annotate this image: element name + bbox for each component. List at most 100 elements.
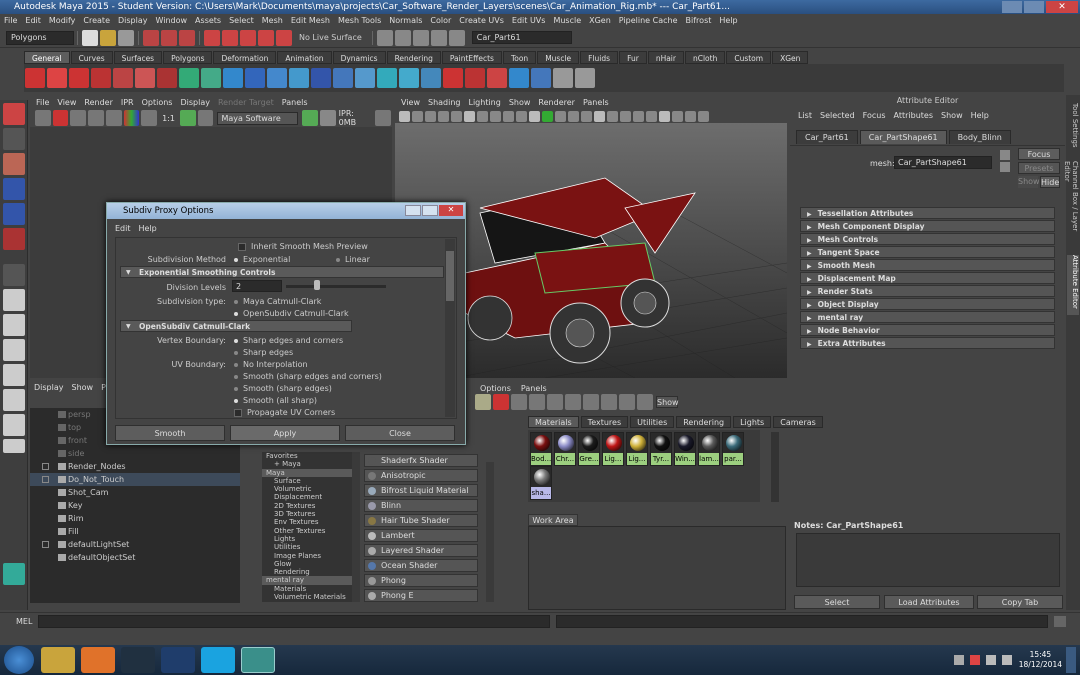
shelf-tool-9-icon[interactable] — [201, 68, 221, 88]
menu-create[interactable]: Create — [83, 14, 110, 28]
viewport-tool-6-icon[interactable] — [464, 110, 475, 122]
hide-button[interactable]: Hide — [1040, 176, 1060, 188]
shader-button-bifrost-liquid-material[interactable]: Bifrost Liquid Material — [364, 484, 478, 497]
select-component-icon[interactable] — [179, 29, 195, 46]
hypershade-layout-icon[interactable] — [601, 394, 617, 410]
dialog-menu-help[interactable]: Help — [139, 224, 157, 233]
object-name-field[interactable]: Car_Part61 — [471, 31, 572, 44]
shelf-tool-16-icon[interactable] — [355, 68, 375, 88]
create-tree-item-other-textures[interactable]: Other Textures — [262, 527, 352, 535]
outliner-item[interactable]: Render_Nodes — [30, 460, 240, 473]
create-tree-item-2d-textures[interactable]: 2D Textures — [262, 502, 352, 510]
viewport-tool-12-icon[interactable] — [542, 110, 553, 122]
outliner-item[interactable]: defaultLightSet — [30, 538, 240, 551]
hypershade-show-button[interactable]: Show — [656, 396, 679, 408]
graph-network-icon[interactable] — [511, 394, 527, 410]
create-tree-item-image-planes[interactable]: Image Planes — [262, 552, 352, 560]
material-swatch[interactable]: Chr... — [554, 432, 576, 466]
rgb-channels-icon[interactable] — [123, 110, 140, 126]
menu-edit[interactable]: Edit — [25, 14, 41, 28]
viewport-tool-10-icon[interactable] — [516, 110, 527, 122]
io-connections-icon[interactable] — [565, 394, 581, 410]
ipr-pause-icon[interactable] — [319, 110, 336, 126]
layout-four-icon[interactable] — [3, 314, 25, 336]
ae-section-smooth-mesh[interactable]: Smooth Mesh — [800, 259, 1055, 271]
render-frame-icon[interactable] — [394, 29, 411, 46]
ipr-render-icon[interactable] — [412, 29, 429, 46]
opensubdiv-frame-header[interactable]: OpenSubdiv Catmull-Clark — [120, 320, 352, 332]
material-swatch[interactable]: Bod... — [530, 432, 552, 466]
select-hierarchy-icon[interactable] — [143, 29, 159, 46]
open-scene-icon[interactable] — [100, 29, 116, 46]
menu-window[interactable]: Window — [156, 14, 188, 28]
tray-flag-icon[interactable] — [969, 655, 980, 665]
tool-settings-tab[interactable]: Tool Settings — [1067, 103, 1079, 159]
ae-section-node-behavior[interactable]: Node Behavior — [800, 324, 1055, 336]
viewport-tool-17-icon[interactable] — [607, 110, 618, 122]
viewport-tool-20-icon[interactable] — [646, 110, 657, 122]
render-menu-display[interactable]: Display — [180, 98, 210, 107]
dialog-maximize-button[interactable] — [422, 205, 438, 216]
outliner-item[interactable]: defaultObjectSet — [30, 551, 240, 564]
ae-section-mental-ray[interactable]: mental ray — [800, 311, 1055, 323]
ae-menu-show[interactable]: Show — [941, 111, 963, 120]
dialog-minimize-button[interactable] — [405, 205, 421, 216]
shelf-tool-20-icon[interactable] — [443, 68, 463, 88]
shelf-tool-10-icon[interactable] — [223, 68, 243, 88]
shelf-tab-toon[interactable]: Toon — [502, 51, 537, 64]
notes-field[interactable] — [796, 533, 1060, 587]
viewport-tool-11-icon[interactable] — [529, 110, 540, 122]
ae-tab-car-partshape61[interactable]: Car_PartShape61 — [859, 130, 947, 144]
shelf-tool-3-icon[interactable] — [69, 68, 89, 88]
layout-graph-icon[interactable] — [3, 389, 25, 411]
create-tree-item-lights[interactable]: Lights — [262, 535, 352, 543]
viewport-tool-2-icon[interactable] — [412, 110, 423, 122]
rotate-tool-icon[interactable] — [3, 203, 25, 225]
keep-image-icon[interactable] — [105, 110, 122, 126]
viewport-menu-panels[interactable]: Panels — [583, 98, 609, 107]
select-object-icon[interactable] — [161, 29, 177, 46]
layout-two-icon[interactable] — [3, 339, 25, 361]
ae-load-attributes-button[interactable]: Load Attributes — [884, 595, 974, 609]
layout-hypershade-icon[interactable] — [3, 414, 25, 436]
maximize-button[interactable] — [1024, 1, 1044, 13]
work-area-canvas[interactable] — [528, 526, 786, 610]
ipr-icon[interactable] — [302, 110, 318, 126]
mesh-name-field[interactable]: Car_PartShape61 — [894, 156, 992, 169]
make-live-icon[interactable] — [276, 29, 292, 46]
menu-mesh[interactable]: Mesh — [262, 14, 283, 28]
viewport-tool-16-icon[interactable] — [594, 110, 605, 122]
ae-section-render-stats[interactable]: Render Stats — [800, 285, 1055, 297]
shelf-tab-animation[interactable]: Animation — [277, 51, 332, 64]
work-area-tab[interactable]: Work Area — [528, 514, 578, 526]
material-swatch[interactable]: Gre... — [578, 432, 600, 466]
render-menu-ipr[interactable]: IPR — [121, 98, 134, 107]
ae-menu-attributes[interactable]: Attributes — [894, 111, 934, 120]
shelf-tool-23-icon[interactable] — [509, 68, 529, 88]
menu-display[interactable]: Display — [118, 14, 148, 28]
create-tree-item-displacement[interactable]: Displacement — [262, 493, 352, 501]
shelf-tab-muscle[interactable]: Muscle — [537, 51, 580, 64]
hypershade-tab-cameras[interactable]: Cameras — [773, 416, 823, 428]
last-tool-icon[interactable] — [3, 264, 25, 286]
hypershade-layout3-icon[interactable] — [637, 394, 653, 410]
mel-label[interactable]: MEL — [16, 617, 32, 626]
refresh-icon[interactable] — [88, 110, 104, 126]
snapshot-icon[interactable] — [70, 110, 87, 126]
viewport-tool-18-icon[interactable] — [620, 110, 631, 122]
ae-menu-list[interactable]: List — [798, 111, 812, 120]
shelf-tool-17-icon[interactable] — [377, 68, 397, 88]
ae-tab-car-part61[interactable]: Car_Part61 — [796, 130, 858, 144]
menu-help[interactable]: Help — [719, 14, 737, 28]
shelf-tool-12-icon[interactable] — [267, 68, 287, 88]
alpha-channel-icon[interactable] — [141, 110, 158, 126]
render-menu-file[interactable]: File — [36, 98, 49, 107]
render-menu-render-target[interactable]: Render Target — [218, 98, 274, 107]
shelf-tab-curves[interactable]: Curves — [70, 51, 113, 64]
start-button-icon[interactable] — [4, 646, 34, 674]
shader-button-blinn[interactable]: Blinn — [364, 499, 478, 512]
shelf-tab-surfaces[interactable]: Surfaces — [113, 51, 163, 64]
viewport-tool-7-icon[interactable] — [477, 110, 488, 122]
shelf-tool-8-icon[interactable] — [179, 68, 199, 88]
menu-muscle[interactable]: Muscle — [553, 14, 581, 28]
